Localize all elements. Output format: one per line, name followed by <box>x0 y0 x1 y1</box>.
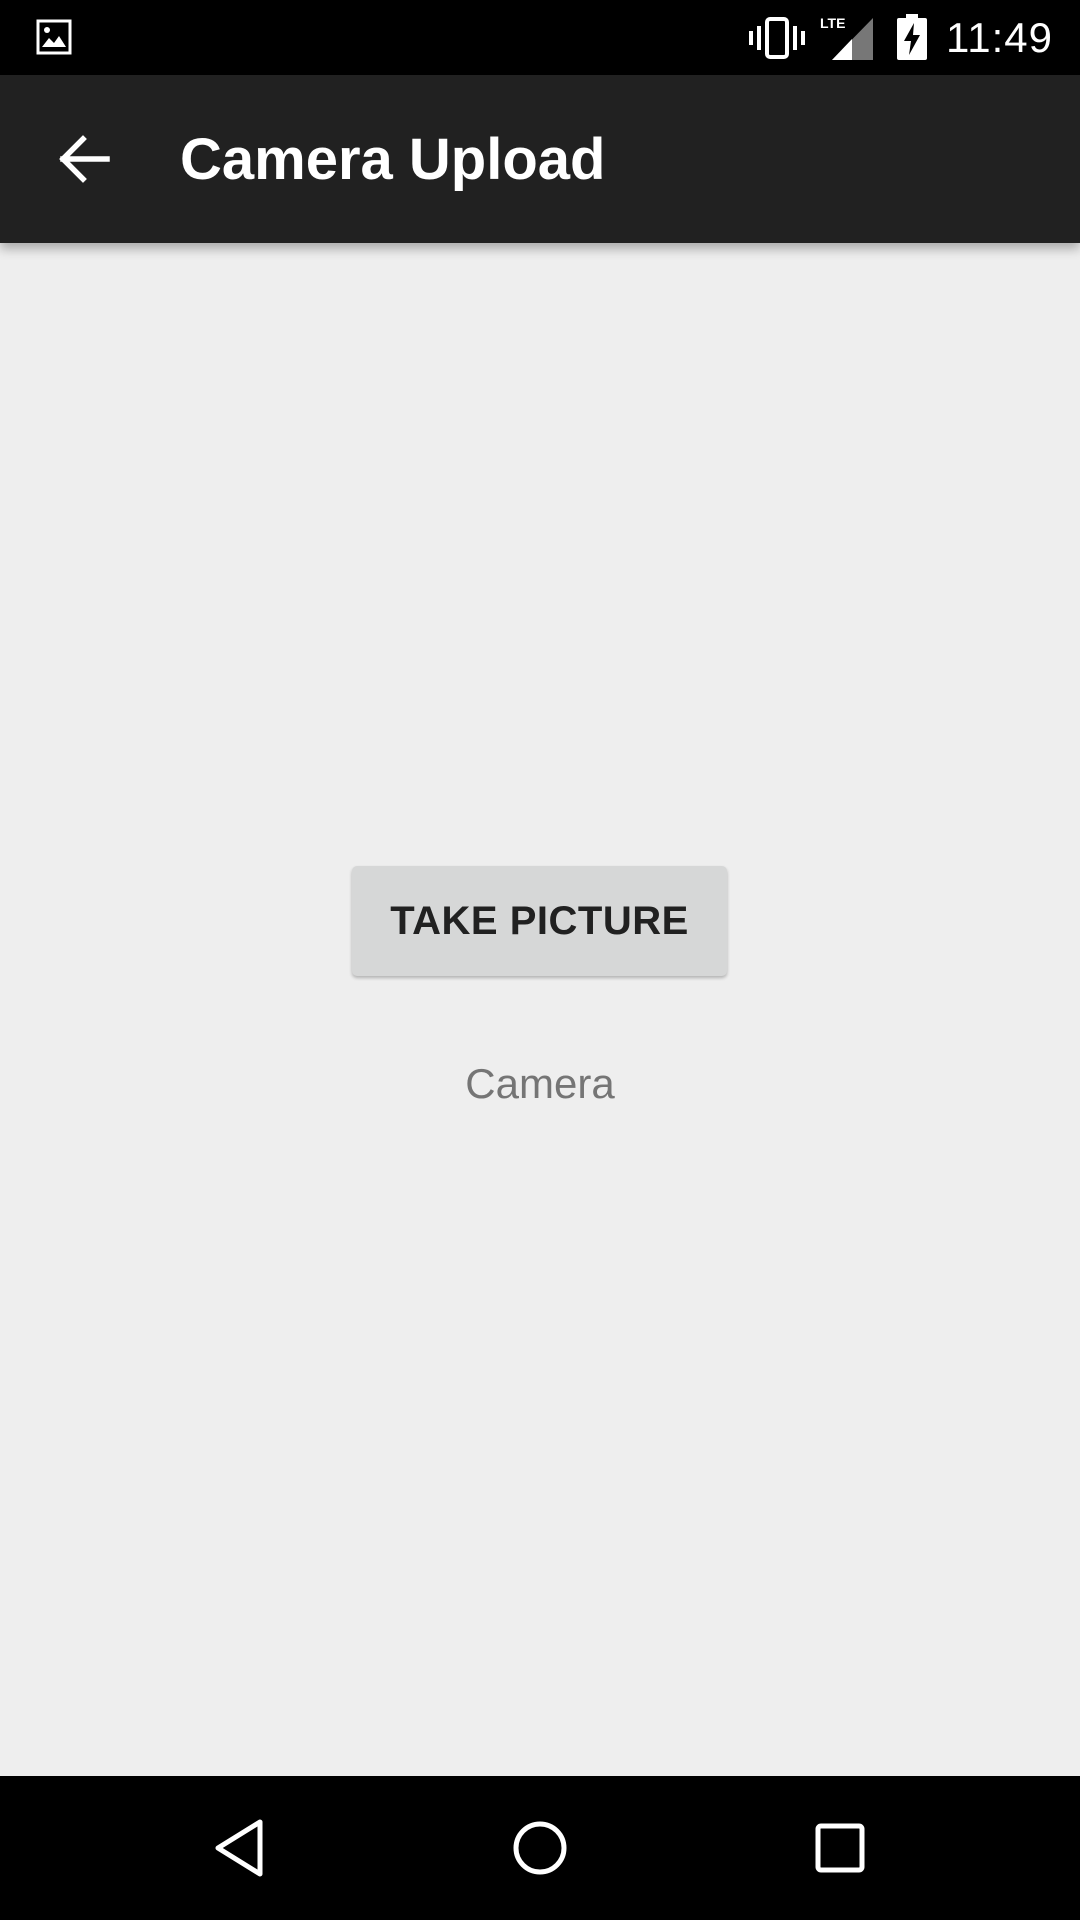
screen: LTE 11:49 Camera Upload TAKE PICTURE Cam… <box>0 0 1080 1920</box>
page-title: Camera Upload <box>180 127 606 192</box>
nav-recents-button[interactable] <box>790 1798 890 1898</box>
gallery-icon <box>36 19 72 55</box>
arrow-back-icon <box>59 135 110 183</box>
nav-home-icon <box>513 1821 567 1875</box>
lte-label: LTE <box>820 15 845 31</box>
nav-home-button[interactable] <box>490 1798 590 1898</box>
navigation-bar <box>0 1776 1080 1920</box>
status-bar: LTE 11:49 <box>0 0 1080 75</box>
nav-recents-icon <box>815 1823 865 1873</box>
take-picture-button[interactable]: TAKE PICTURE <box>352 866 727 976</box>
back-button[interactable] <box>36 111 132 207</box>
status-time: 11:49 <box>946 14 1053 61</box>
nav-back-icon <box>215 1819 263 1877</box>
vibrate-icon <box>749 17 805 59</box>
battery-charging-icon <box>897 14 927 60</box>
camera-label: Camera <box>465 1060 615 1107</box>
lte-signal-icon: LTE <box>820 15 873 60</box>
app-bar: Camera Upload <box>0 75 1080 243</box>
nav-back-button[interactable] <box>190 1798 290 1898</box>
